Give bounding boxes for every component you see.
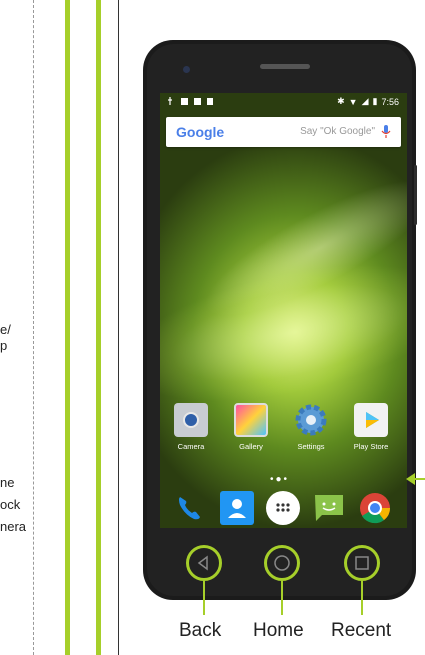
wifi-icon: ▼ <box>348 96 358 107</box>
app-play-store[interactable]: Play Store <box>342 403 400 451</box>
app-camera[interactable]: Camera <box>162 403 220 451</box>
notification-icons <box>168 96 214 108</box>
mic-icon[interactable] <box>381 125 391 144</box>
notification-icons-svg <box>168 97 213 105</box>
contacts-icon[interactable] <box>220 491 254 525</box>
messaging-icon[interactable] <box>312 491 346 525</box>
google-search-bar[interactable]: Google Say "Ok Google" <box>166 117 401 147</box>
back-icon <box>197 555 208 571</box>
bluetooth-icon: ✱ <box>337 96 345 106</box>
phone-icon[interactable] <box>172 491 206 525</box>
google-logo: Google <box>176 124 225 140</box>
app-label: Gallery <box>239 442 263 451</box>
left-divider-dashed <box>33 0 34 655</box>
side-power-button[interactable] <box>414 165 417 225</box>
side-label-b: ne ock nera <box>0 475 27 534</box>
side-label-a: e/ p <box>0 322 11 353</box>
page-indicator: •●• <box>270 474 290 485</box>
app-label: Play Store <box>353 442 389 451</box>
signal-icon: ◢ <box>361 96 369 106</box>
app-settings[interactable]: Settings <box>282 403 340 451</box>
left-green-stripe-1 <box>65 0 70 655</box>
recent-icon <box>355 556 369 570</box>
app-drawer-icon[interactable] <box>266 491 300 525</box>
gallery-icon <box>234 403 268 437</box>
left-divider-line <box>118 0 119 655</box>
status-bar: ✱ ▼ ◢ ▮ 7:56 <box>160 93 407 111</box>
arrow-callout-line <box>414 478 425 480</box>
back-button[interactable] <box>186 545 222 581</box>
app-label: Settings <box>297 442 325 451</box>
clock: 7:56 <box>381 96 399 107</box>
home-button[interactable] <box>264 545 300 581</box>
settings-gear-icon <box>294 403 328 437</box>
callout-line-home <box>281 581 283 615</box>
app-gallery[interactable]: Gallery <box>222 403 280 451</box>
recent-button[interactable] <box>344 545 380 581</box>
label-back: Back <box>179 620 222 641</box>
earpiece <box>260 64 310 69</box>
search-hint: Say "Ok Google" <box>300 126 375 137</box>
label-recent: Recent <box>331 620 392 641</box>
app-label: Camera <box>177 442 205 451</box>
callout-line-recent <box>361 581 363 615</box>
callout-line-back <box>203 581 205 615</box>
battery-icon: ▮ <box>372 96 378 106</box>
chrome-icon[interactable] <box>358 491 392 525</box>
front-camera-icon <box>183 66 190 73</box>
play-store-icon <box>354 403 388 437</box>
left-green-stripe-2 <box>96 0 101 655</box>
home-screen: ✱ ▼ ◢ ▮ 7:56 Google Say "Ok Google" Came… <box>160 93 407 528</box>
status-right: ✱ ▼ ◢ ▮ 7:56 <box>337 96 399 107</box>
camera-icon <box>174 403 208 437</box>
home-icon <box>274 555 290 571</box>
label-home: Home <box>253 620 304 641</box>
